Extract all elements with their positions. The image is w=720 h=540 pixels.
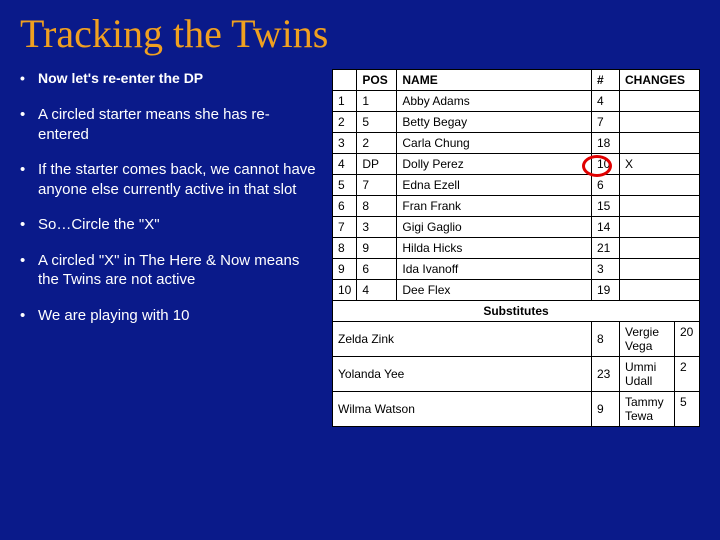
cell: Vergie Vega20 [620,322,700,357]
cell [620,217,700,238]
subs-header: Substitutes [333,301,700,322]
cell: Abby Adams [397,91,592,112]
cell: Edna Ezell [397,175,592,196]
cell: 4 [592,91,620,112]
cell: DP [357,154,397,175]
cell: 4 [333,154,357,175]
cell: 7 [592,112,620,133]
table-row: 25Betty Begay7 [333,112,700,133]
col-blank [333,70,357,91]
content-area: Now let's re-enter the DP A circled star… [20,69,700,427]
subs-row: Wilma Watson9Tammy Tewa5 [333,392,700,427]
bullet-column: Now let's re-enter the DP A circled star… [20,69,320,427]
subs-row: Yolanda Yee23Ummi Udall2 [333,357,700,392]
cell: 6 [333,196,357,217]
roster-table: POS NAME # CHANGES 11Abby Adams4 25Betty… [332,69,700,427]
cell: Hilda Hicks [397,238,592,259]
table-row: 104Dee Flex19 [333,280,700,301]
cell: Tammy Tewa5 [620,392,700,427]
cell [620,280,700,301]
bullet-item: A circled starter means she has re-enter… [20,105,320,144]
cell [620,175,700,196]
bullet-item: Now let's re-enter the DP [20,69,320,87]
cell: 8 [592,322,620,357]
slide-title: Tracking the Twins [20,10,700,57]
cell [620,91,700,112]
cell: 1 [357,91,397,112]
table-row: 4DPDolly Perez10X [333,154,700,175]
cell: 9 [357,238,397,259]
cell: X [620,154,700,175]
cell: 21 [592,238,620,259]
cell: Gigi Gaglio [397,217,592,238]
subs-row: Zelda Zink8Vergie Vega20 [333,322,700,357]
cell [620,196,700,217]
cell: Dolly Perez [397,154,592,175]
col-name: NAME [397,70,592,91]
cell: Zelda Zink [333,322,592,357]
cell: 7 [333,217,357,238]
cell: Ida Ivanoff [397,259,592,280]
sub-num: 2 [675,357,699,391]
cell: Carla Chung [397,133,592,154]
subs-header-row: Substitutes [333,301,700,322]
cell: 5 [333,175,357,196]
cell: Yolanda Yee [333,357,592,392]
table-row: 11Abby Adams4 [333,91,700,112]
cell [620,133,700,154]
table-row: 68Fran Frank15 [333,196,700,217]
table-column: POS NAME # CHANGES 11Abby Adams4 25Betty… [332,69,700,427]
cell: 3 [357,217,397,238]
cell: 14 [592,217,620,238]
cell: Ummi Udall2 [620,357,700,392]
cell: Wilma Watson [333,392,592,427]
cell [620,238,700,259]
bullet-item: So…Circle the "X" [20,215,320,235]
cell: 15 [592,196,620,217]
cell: 18 [592,133,620,154]
bullet-item: We are playing with 10 [20,306,320,326]
sub-num: 20 [675,322,699,356]
sub-name: Tammy Tewa [620,392,675,426]
table-header-row: POS NAME # CHANGES [333,70,700,91]
table-row: 73Gigi Gaglio14 [333,217,700,238]
table-row: 32Carla Chung18 [333,133,700,154]
cell: 5 [357,112,397,133]
cell: 3 [333,133,357,154]
col-changes: CHANGES [620,70,700,91]
cell: 10 [592,154,620,175]
cell [620,112,700,133]
cell: 9 [333,259,357,280]
table-row: 96Ida Ivanoff3 [333,259,700,280]
cell: Betty Begay [397,112,592,133]
cell: 19 [592,280,620,301]
cell: 10 [333,280,357,301]
col-pos: POS [357,70,397,91]
col-num: # [592,70,620,91]
cell: 9 [592,392,620,427]
sub-name: Ummi Udall [620,357,675,391]
cell: 23 [592,357,620,392]
cell [620,259,700,280]
cell: 6 [592,175,620,196]
sub-num: 5 [675,392,699,426]
table-row: 57Edna Ezell6 [333,175,700,196]
slide: Tracking the Twins Now let's re-enter th… [0,0,720,540]
bullet-item: If the starter comes back, we cannot hav… [20,160,320,199]
bullet-item: A circled "X" in The Here & Now means th… [20,251,320,290]
bullet-list: Now let's re-enter the DP A circled star… [20,69,320,325]
cell: Dee Flex [397,280,592,301]
cell: 7 [357,175,397,196]
cell: 8 [333,238,357,259]
cell: 2 [333,112,357,133]
sub-name: Vergie Vega [620,322,675,356]
cell: 6 [357,259,397,280]
cell: 8 [357,196,397,217]
table-row: 89Hilda Hicks21 [333,238,700,259]
cell: Fran Frank [397,196,592,217]
cell: 4 [357,280,397,301]
cell: 2 [357,133,397,154]
cell: 3 [592,259,620,280]
cell: 1 [333,91,357,112]
